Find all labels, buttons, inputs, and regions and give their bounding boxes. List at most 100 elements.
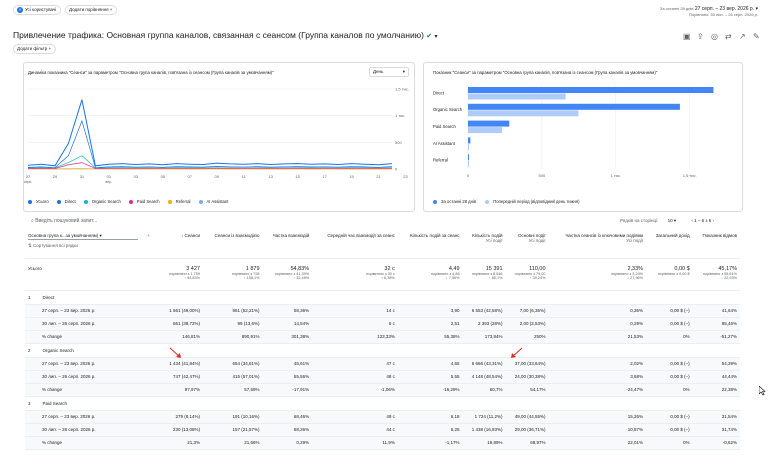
table-row: % change 146,81% 890,91% 301,38% 133,33% 55,3… [25, 330, 740, 344]
table-row: % change 21,3% 21,66% 0,29% 11,9% -1,17% 19,89… [25, 436, 740, 450]
bar [468, 87, 714, 93]
annotation-arrow [169, 347, 181, 358]
table-cell: 1 724 (11,2%) [462, 410, 506, 424]
report-icon[interactable]: ▣ [683, 32, 691, 41]
table-cell: 961 (52,21%) [202, 304, 263, 318]
table-cell: 133,33% [312, 330, 398, 344]
col-header[interactable]: Частка сеансів із ключовими подіями Усі п… [548, 230, 647, 259]
table-cell: 15,26% [548, 410, 647, 424]
row-label: 30 лип. – 26 серп. 2026 р. [25, 370, 160, 384]
table-cell: 58,36% [262, 304, 313, 318]
table-cell: -16,29% [397, 383, 463, 397]
search-icon: ⌕ [31, 218, 34, 224]
col-header[interactable]: Кількість подій за сеанс [397, 230, 463, 259]
table-cell: 14 с [312, 304, 398, 318]
segment-chip[interactable]: У Усі користувачі [13, 5, 62, 15]
share-icon[interactable]: ⇪ [697, 32, 704, 41]
total-cell: 0,00 $ порівняно з 0,00 $ [646, 258, 693, 291]
col-header[interactable]: ↓ Сеанси [160, 230, 203, 259]
total-cell: 2,33% порівняно з 3,24% ↓ 27,96% [548, 258, 647, 291]
bar [468, 143, 469, 150]
x-tick-label: 31 [80, 174, 85, 179]
table-cell: 11,9% [312, 436, 398, 450]
col-header[interactable]: Частка взаємодій [262, 230, 313, 259]
x-tick-label: 29 [53, 174, 58, 179]
granularity-select[interactable]: День ▾ [369, 67, 409, 77]
col-header[interactable]: Сеанси із взаємодією [202, 230, 263, 259]
sort-all-rows[interactable]: ⇅ Сортування всі рядки [28, 243, 157, 249]
x-tick-label: 03 [134, 174, 139, 179]
rows-per-page-select[interactable]: 10 ▾ [668, 218, 677, 223]
legend-item[interactable]: Referral [167, 199, 195, 204]
edit-icon[interactable]: ✎ [753, 32, 760, 41]
group-row[interactable]: 2 Organic Search [25, 343, 740, 358]
search-input[interactable]: Введіть пошуковий запит... [35, 218, 97, 224]
series-line [27, 155, 393, 169]
y-tick-label: 1 тис. [395, 113, 406, 118]
add-comparison-chip[interactable]: Додати порівняння + [65, 5, 118, 15]
legend-item[interactable]: Усього [28, 199, 53, 204]
table-cell: 0,00 $ (–) [646, 370, 693, 384]
table-cell: 45,61% [262, 357, 313, 371]
add-dimension-icon[interactable]: + [147, 233, 150, 238]
table-row: 27 серп. – 23 вер. 2026 р. 1 434 (41,84%)… [25, 357, 740, 371]
legend-item[interactable]: Paid Search [128, 199, 164, 204]
bar-chart-title: Показник "Сеанси" за параметром "Основна… [433, 70, 658, 75]
mouse-cursor-icon [759, 386, 766, 396]
table-cell: 173,84% [462, 330, 506, 344]
table-cell: 22,38% [692, 383, 740, 397]
table-cell: 3,90 [397, 304, 463, 318]
table-cell: 1 438 (16,83%) [462, 423, 506, 437]
row-label: % change [25, 383, 160, 397]
table-cell: 49,00 (44,55%) [505, 410, 549, 424]
bar [468, 120, 510, 127]
legend-swatch [83, 199, 88, 204]
col-header[interactable]: Показник відмов [692, 230, 740, 259]
table-cell: 54,39% [692, 357, 740, 371]
legend-item[interactable]: Direct [56, 199, 80, 204]
legend-swatch [56, 199, 61, 204]
trend-icon[interactable]: ↗ [739, 32, 746, 41]
x-tick-label: 13 [268, 174, 273, 179]
row-label: 27 серп. – 23 вер. 2026 р. [25, 410, 160, 424]
table-cell: 0% [646, 436, 693, 450]
add-filter-chip[interactable]: Додати фільтр + [13, 44, 57, 54]
group-row[interactable]: 3 Paid Search [25, 396, 740, 411]
next-page-icon[interactable]: › [713, 218, 715, 223]
table-cell: 21,53% [548, 330, 647, 344]
compare-icon[interactable]: ⇄ [725, 32, 732, 41]
group-row[interactable]: 1 Direct [25, 290, 740, 305]
legend-item[interactable]: Organic Search [83, 199, 125, 204]
date-range-picker[interactable]: За останні 28 днів 27 серп. – 23 вер. 20… [660, 6, 758, 18]
table-cell: 0,29% [262, 436, 313, 450]
table-cell: 6,18 [397, 410, 463, 424]
col-header[interactable]: Основні події Усі події [505, 230, 549, 259]
chevron-down-icon[interactable]: ▾ [435, 34, 438, 40]
table-cell: 279 (8,14%) [160, 410, 203, 424]
total-cell: 1 879 порівняно з 728 ↑ 158,1% [202, 258, 263, 291]
data-table: Основна група к...за умовчанням) ▾ + ⇅ С… [25, 230, 740, 450]
x-tick-label: 17 [322, 174, 327, 179]
category-label: Organic Search [433, 107, 463, 112]
check-circle-icon: ✔ [426, 33, 433, 40]
legend-item[interactable]: AI Assistant [198, 199, 233, 204]
dimension-select[interactable]: Основна група к...за умовчанням) ▾ [28, 233, 138, 240]
col-header[interactable]: Середній час взаємодії за сеанс [312, 230, 398, 259]
x-tick-label: 01 [107, 174, 112, 179]
insights-icon[interactable]: ◎ [711, 32, 718, 41]
row-label: 27 серп. – 23 вер. 2026 р. [25, 304, 160, 318]
category-label: Referral [433, 158, 448, 163]
col-header[interactable]: Загальний дохід [646, 230, 693, 259]
table-cell: 6,25 [397, 423, 463, 437]
col-header[interactable]: Кількість подій Усі події [462, 230, 506, 259]
y-tick-label: 1,5 тис. [395, 87, 409, 92]
prev-page-icon[interactable]: ‹ [691, 218, 693, 223]
table-search[interactable]: ⌕ Введіть пошуковий запит... [31, 218, 97, 224]
table-cell: 2,51 [397, 317, 463, 331]
x-tick-label: 15 [295, 174, 300, 179]
caret-down-icon: ▾ [402, 69, 405, 74]
table-cell: 661 (38,72%) [160, 317, 203, 331]
x-tick-label: 1 тис. [611, 173, 622, 178]
total-cell: 4,49 порівняно з 4,86 ↓ 7,56% [397, 258, 463, 291]
table-cell: 0,29% [548, 317, 647, 331]
